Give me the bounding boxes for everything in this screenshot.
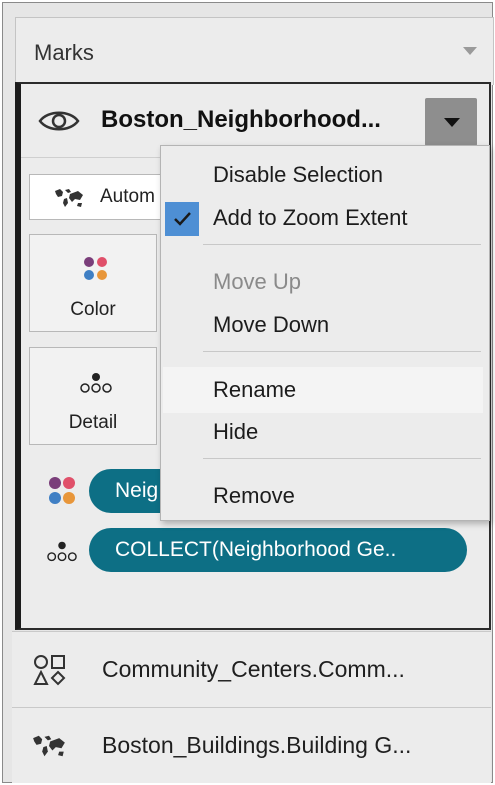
menu-item-label: Remove	[213, 483, 295, 508]
marks-title: Marks	[34, 40, 94, 65]
menu-item-label: Rename	[213, 377, 297, 402]
menu-item-remove[interactable]: Remove	[161, 475, 489, 517]
layer-row-community-centers[interactable]: Community_Centers.Comm...	[12, 631, 491, 707]
menu-item-add-to-zoom-extent[interactable]: Add to Zoom Extent	[161, 197, 489, 239]
detail-icon	[80, 373, 112, 393]
detail-card-label: Detail	[68, 412, 118, 433]
field-pill[interactable]: COLLECT(Neighborhood Ge..	[89, 528, 467, 572]
detail-card[interactable]: Detail	[29, 347, 157, 445]
menu-divider	[203, 458, 481, 459]
menu-item-label: Hide	[213, 419, 259, 444]
menu-divider	[203, 351, 481, 352]
layer-dropdown-button[interactable]	[425, 98, 477, 146]
menu-item-rename[interactable]: Rename	[163, 367, 483, 413]
menu-item-label: Disable Selection	[213, 162, 383, 187]
menu-item-disable-selection[interactable]: Disable Selection	[161, 154, 489, 196]
checkmark-icon	[165, 202, 199, 236]
mark-type-label: Autom	[100, 186, 155, 207]
layer-row-label: Boston_Buildings.Building G...	[102, 732, 412, 758]
color-card[interactable]: Color	[29, 234, 157, 332]
menu-item-move-down[interactable]: Move Down	[161, 304, 489, 346]
menu-item-move-up: Move Up	[161, 261, 489, 303]
map-icon	[33, 735, 65, 757]
menu-divider	[203, 244, 481, 245]
menu-item-label: Move Up	[213, 269, 302, 294]
chevron-down-icon[interactable]	[463, 47, 477, 55]
layer-context-menu: Disable Selection Add to Zoom Extent Mov…	[160, 145, 490, 521]
detail-icon	[47, 541, 77, 562]
layer-row-label: Community_Centers.Comm...	[102, 656, 405, 682]
shapes-icon	[33, 655, 66, 686]
marks-header[interactable]: Marks	[15, 17, 494, 85]
menu-item-label: Move Down	[213, 312, 330, 337]
caret-down-icon	[444, 118, 460, 127]
eye-icon[interactable]	[38, 108, 80, 134]
color-card-label: Color	[70, 299, 116, 320]
menu-item-hide[interactable]: Hide	[161, 411, 489, 453]
layer-row-buildings[interactable]: Boston_Buildings.Building G...	[12, 707, 491, 783]
layer-name: Boston_Neighborhood...	[101, 106, 381, 133]
color-icon	[84, 257, 108, 281]
color-icon	[47, 477, 77, 505]
menu-item-label: Add to Zoom Extent	[213, 205, 408, 230]
map-icon	[55, 189, 83, 207]
